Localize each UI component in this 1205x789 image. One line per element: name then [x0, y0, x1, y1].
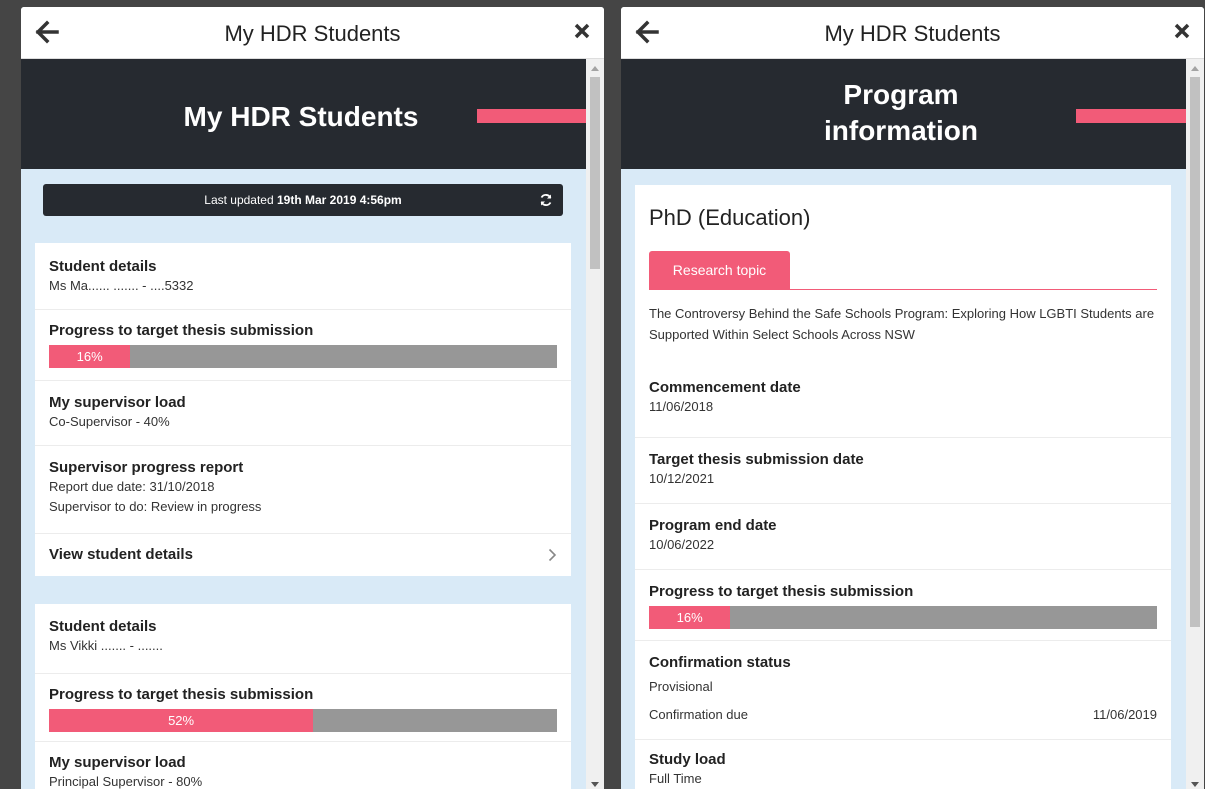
tab-research-topic[interactable]: Research topic [649, 251, 790, 289]
page-title-line-2: information [824, 115, 978, 146]
progress-row: Progress to target thesis submission 16% [35, 310, 571, 381]
view-student-details-link[interactable]: View student details [35, 534, 571, 576]
supervisor-load-row: My supervisor load Co-Supervisor - 40% [35, 381, 571, 446]
confirmation-due-line: Confirmation due 11/06/2019 [649, 694, 1157, 722]
accent-bar [477, 109, 586, 123]
study-load-row: Study load Full Time [635, 740, 1171, 789]
page-title: Program information [771, 77, 1031, 149]
student-details-value: Ms Ma...... ....... - ....5332 [49, 278, 194, 293]
progress-bar: 16% [649, 606, 1157, 629]
last-updated-prefix: Last updated [204, 193, 277, 207]
page-banner: Program information [621, 59, 1186, 169]
supervisor-load-row: My supervisor load Principal Supervisor … [35, 742, 571, 789]
progress-bar: 16% [49, 345, 557, 368]
scroll-up-arrow-icon[interactable] [591, 66, 599, 71]
commencement-label: Commencement date [649, 379, 801, 396]
scrollbar[interactable] [1186, 59, 1204, 789]
window-title: My HDR Students [224, 21, 401, 46]
supervisor-load-value: Co-Supervisor - 40% [49, 414, 170, 429]
page-banner: My HDR Students [21, 59, 586, 169]
progress-report-row: Supervisor progress report Report due da… [35, 446, 571, 534]
confirmation-due-label: Confirmation due [649, 707, 748, 722]
target-date-label: Target thesis submission date [649, 451, 864, 468]
main-content: My HDR Students Last updated 19th Mar 20… [21, 59, 586, 789]
progress-fill: 16% [649, 606, 731, 629]
student-card: Student details Ms Ma...... ....... - ..… [35, 243, 571, 576]
target-date-value: 10/12/2021 [649, 471, 715, 486]
confirmation-row: Confirmation status Provisional Confirma… [635, 641, 1171, 740]
progress-label: Progress to target thesis submission [49, 322, 314, 339]
scroll-down-arrow-icon[interactable] [591, 782, 599, 787]
student-card: Student details Ms Vikki ....... - .....… [35, 604, 571, 789]
scroll-up-arrow-icon[interactable] [1191, 66, 1199, 71]
close-icon[interactable] [1174, 21, 1190, 41]
tab-strip: Research topic [649, 251, 1157, 290]
main-content: Program information PhD (Education) Rese… [621, 59, 1186, 789]
progress-fill: 16% [49, 345, 131, 368]
close-icon[interactable] [574, 21, 590, 41]
page-title: My HDR Students [183, 101, 419, 132]
confirmation-label: Confirmation status [649, 654, 791, 671]
progress-label: Progress to target thesis submission [649, 583, 914, 600]
commencement-value: 11/06/2018 [649, 399, 714, 414]
chevron-right-icon [548, 548, 557, 562]
last-updated-bar: Last updated 19th Mar 2019 4:56pm [43, 184, 563, 216]
progress-row: Progress to target thesis submission 52% [35, 674, 571, 742]
research-topic-text: The Controversy Behind the Safe Schools … [649, 306, 1155, 342]
scrollbar-thumb[interactable] [590, 77, 600, 269]
progress-label: Progress to target thesis submission [49, 686, 314, 703]
study-load-label: Study load [649, 751, 726, 768]
progress-fill: 52% [49, 709, 314, 732]
program-end-row: Program end date 10/06/2022 [635, 504, 1171, 570]
supervisor-todo: Supervisor to do: Review in progress [49, 499, 262, 514]
last-updated-time: 19th Mar 2019 4:56pm [277, 193, 402, 207]
progress-bar: 52% [49, 709, 557, 732]
my-hdr-students-window: My HDR Students My HDR Students Last upd… [21, 7, 604, 789]
program-name: PhD (Education) [649, 205, 811, 230]
title-bar: My HDR Students [21, 7, 604, 59]
confirmation-due-value: 11/06/2019 [1092, 707, 1157, 722]
student-details-label: Student details [49, 258, 157, 275]
page-title-line-1: Program [843, 79, 959, 110]
report-due-date: Report due date: 31/10/2018 [49, 479, 215, 494]
progress-row: Progress to target thesis submission 16% [635, 570, 1171, 641]
program-end-value: 10/06/2022 [649, 537, 715, 552]
target-date-row: Target thesis submission date 10/12/2021 [635, 438, 1171, 504]
window-title: My HDR Students [824, 21, 1001, 46]
supervisor-load-label: My supervisor load [49, 394, 186, 411]
scroll-down-arrow-icon[interactable] [1191, 782, 1199, 787]
refresh-icon[interactable] [539, 193, 553, 207]
student-details-value: Ms Vikki ....... - ....... [49, 638, 163, 653]
progress-report-label: Supervisor progress report [49, 459, 244, 476]
view-student-details-label: View student details [49, 546, 193, 563]
student-details-row: Student details Ms Vikki ....... - .....… [35, 604, 571, 674]
program-card: PhD (Education) Research topic The Contr… [635, 185, 1171, 789]
commencement-row: Commencement date 11/06/2018 [635, 373, 1171, 438]
supervisor-load-value: Principal Supervisor - 80% [49, 774, 203, 789]
supervisor-load-label: My supervisor load [49, 754, 186, 771]
student-details-row: Student details Ms Ma...... ....... - ..… [35, 243, 571, 310]
program-information-window: My HDR Students Program information PhD … [621, 7, 1204, 789]
student-details-label: Student details [49, 618, 157, 635]
program-end-label: Program end date [649, 517, 777, 534]
accent-bar [1076, 109, 1186, 123]
title-bar: My HDR Students [621, 7, 1204, 59]
confirmation-value: Provisional [649, 679, 713, 694]
study-load-value: Full Time [649, 771, 702, 786]
scrollbar[interactable] [586, 59, 604, 789]
program-header: PhD (Education) Research topic The Contr… [635, 185, 1171, 373]
scrollbar-thumb[interactable] [1190, 77, 1200, 627]
